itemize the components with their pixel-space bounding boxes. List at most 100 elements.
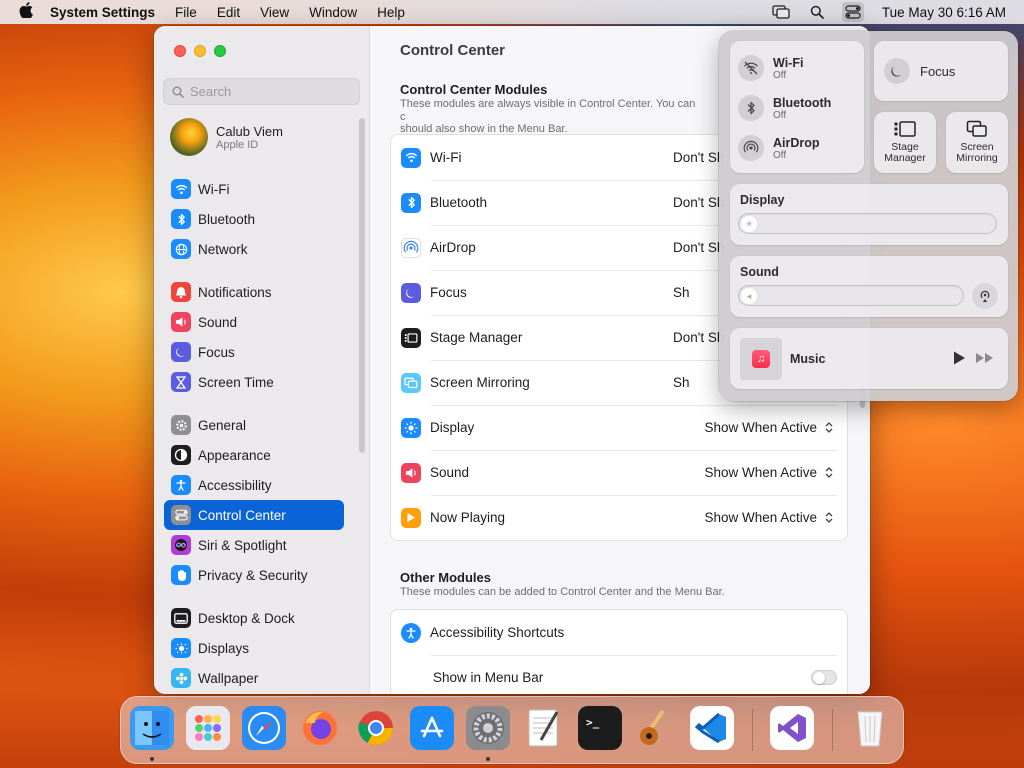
sidebar-item-wallpaper[interactable]: Wallpaper [164, 663, 344, 693]
menu-file[interactable]: File [165, 5, 207, 20]
wifi-icon [401, 147, 421, 168]
search-field[interactable]: Search [163, 78, 360, 105]
speaker-icon: ◂ [741, 288, 757, 304]
dock: >_ [120, 696, 904, 764]
fast-forward-icon[interactable] [975, 352, 995, 367]
sidebar-item-desktop-dock[interactable]: Desktop & Dock [164, 603, 344, 633]
sidebar-item-sound[interactable]: Sound [164, 307, 344, 337]
control-center-panel: Wi-Fi Off Bluetooth Off AirDrop Off Focu… [719, 31, 1018, 401]
menu-help[interactable]: Help [367, 5, 415, 20]
cc-airdrop[interactable]: AirDrop Off [738, 135, 820, 161]
module-label: Wi-Fi [430, 150, 462, 165]
minimize-button[interactable] [194, 45, 206, 57]
safari-icon[interactable] [242, 706, 286, 750]
app-menu[interactable]: System Settings [40, 5, 165, 20]
brightness-slider[interactable]: ☀ [738, 213, 997, 234]
other-section-desc: These modules can be added to Control Ce… [400, 586, 725, 598]
user-name: Calub Viem [216, 123, 283, 139]
firefox-icon[interactable] [298, 706, 342, 750]
module-visibility-value: Don't Sh [673, 240, 725, 255]
chevron-up-down-icon [823, 465, 835, 481]
svg-text:>_: >_ [586, 716, 600, 729]
zoom-button[interactable] [214, 45, 226, 57]
show-in-menu-bar-toggle[interactable] [811, 670, 837, 685]
spotlight-search-icon[interactable] [806, 2, 828, 22]
sidebar-scrollbar[interactable] [359, 118, 365, 453]
sidebar-item-notifications[interactable]: Notifications [164, 277, 344, 307]
module-visibility-popup[interactable]: Sh [673, 375, 690, 390]
module-row-accessibility-shortcuts[interactable]: Accessibility Shortcuts [391, 610, 847, 655]
sidebar-item-network[interactable]: Network [164, 234, 344, 264]
sidebar-item-screen-time[interactable]: Screen Time [164, 367, 344, 397]
module-visibility-popup[interactable]: Don't Sh [673, 240, 724, 255]
stage-manager-icon [894, 121, 916, 137]
module-visibility-popup[interactable]: Show When Active [704, 420, 835, 436]
sidebar: Search Calub Viem Apple ID Wi-Fi Bluetoot… [154, 26, 370, 694]
moon-icon [171, 342, 191, 362]
menu-view[interactable]: View [250, 5, 299, 20]
sidebar-item-control-center[interactable]: Control Center [164, 500, 344, 530]
launchpad-icon[interactable] [186, 706, 230, 750]
cc-screen-mirroring-tile[interactable]: Screen Mirroring [946, 112, 1008, 173]
sidebar-item-appearance[interactable]: Appearance [164, 440, 344, 470]
control-center-menu-icon[interactable] [841, 2, 864, 22]
module-visibility-popup[interactable]: Show When Active [704, 510, 835, 526]
dock-separator [832, 709, 833, 751]
app-store-icon[interactable] [410, 706, 454, 750]
sidebar-item-bluetooth[interactable]: Bluetooth [164, 204, 344, 234]
module-visibility-popup[interactable]: Don't Sh [673, 330, 724, 345]
sidebar-item-displays[interactable]: Displays [164, 633, 344, 663]
connectivity-tile: Wi-Fi Off Bluetooth Off AirDrop Off [730, 41, 864, 173]
gear-icon [171, 415, 191, 435]
module-visibility-value: Sh [673, 285, 690, 300]
cc-display-label: Display [740, 193, 785, 207]
stage-manager-icon [401, 327, 421, 348]
sidebar-item-focus[interactable]: Focus [164, 337, 344, 367]
module-label: Display [430, 420, 475, 435]
cc-bluetooth[interactable]: Bluetooth Off [738, 95, 831, 121]
sidebar-item-label: Bluetooth [198, 211, 256, 227]
apple-menu-icon[interactable] [12, 2, 40, 22]
cc-stage-manager-tile[interactable]: Stage Manager [874, 112, 936, 173]
module-visibility-value: Show When Active [704, 510, 817, 525]
airplay-audio-icon[interactable] [972, 283, 998, 309]
screen-mirroring-menu-icon[interactable] [770, 2, 792, 22]
sidebar-item-wi-fi[interactable]: Wi-Fi [164, 174, 344, 204]
cc-screen-mirroring-label: Screen Mirroring [956, 141, 998, 164]
menubar-clock[interactable]: Tue May 30 6:16 AM [878, 5, 1012, 20]
sidebar-item-label: Siri & Spotlight [198, 537, 287, 553]
sidebar-item-general[interactable]: General [164, 410, 344, 440]
cc-focus-tile[interactable]: Focus [874, 41, 1008, 101]
music-note-icon: ♫ [752, 350, 770, 368]
finder-icon[interactable] [130, 706, 174, 750]
module-visibility-popup[interactable]: Sh [673, 285, 690, 300]
close-button[interactable] [174, 45, 186, 57]
vscode-icon[interactable] [690, 706, 734, 750]
volume-slider[interactable]: ◂ [738, 285, 964, 306]
bell-icon [171, 282, 191, 302]
menu-edit[interactable]: Edit [207, 5, 250, 20]
module-visibility-popup[interactable]: Don't Sh [673, 150, 724, 165]
module-visibility-value: Don't Sh [673, 150, 725, 165]
menu-window[interactable]: Window [299, 5, 367, 20]
module-visibility-value: Show When Active [704, 420, 817, 435]
sidebar-item-siri-spotlight[interactable]: Siri & Spotlight [164, 530, 344, 560]
trash-icon[interactable] [848, 706, 892, 750]
sidebar-item-privacy-security[interactable]: Privacy & Security [164, 560, 344, 590]
visual-studio-icon[interactable] [770, 706, 814, 750]
textedit-icon[interactable] [522, 706, 566, 750]
module-visibility-popup[interactable]: Don't Sh [673, 195, 724, 210]
apple-id-row[interactable]: Calub Viem Apple ID [170, 118, 283, 156]
sidebar-group: Notifications Sound Focus Screen Time [164, 277, 344, 397]
garageband-icon[interactable] [634, 706, 678, 750]
module-row-now-playing: Now Playing Show When Active [391, 495, 847, 540]
sidebar-item-accessibility[interactable]: Accessibility [164, 470, 344, 500]
menu-bar: System Settings File Edit View Window He… [0, 0, 1024, 24]
module-visibility-popup[interactable]: Show When Active [704, 465, 835, 481]
terminal-icon[interactable]: >_ [578, 706, 622, 750]
chrome-icon[interactable] [354, 706, 398, 750]
cc-wifi[interactable]: Wi-Fi Off [738, 55, 803, 81]
appearance-icon [171, 445, 191, 465]
play-icon[interactable] [952, 350, 966, 369]
system-settings-icon[interactable] [466, 706, 510, 750]
